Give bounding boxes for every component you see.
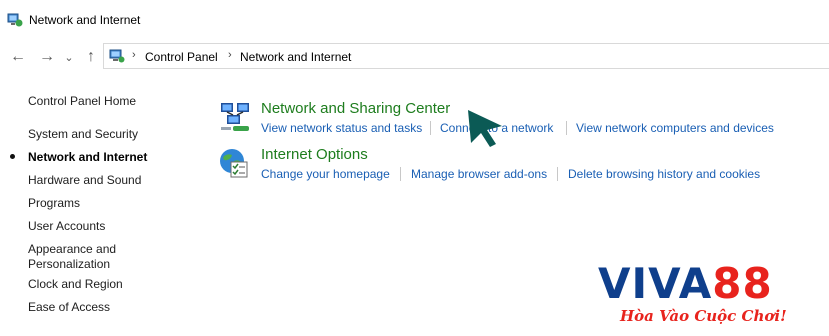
sidebar-item-network-and-internet: Network and Internet xyxy=(28,150,148,164)
forward-arrow-icon: → xyxy=(39,48,55,65)
task-separator xyxy=(566,121,567,135)
control-panel-icon xyxy=(109,49,125,63)
task-view-network-status[interactable]: View network status and tasks xyxy=(261,121,422,135)
breadcrumb-control-panel[interactable]: Control Panel xyxy=(145,50,218,64)
recent-locations-button[interactable]: ⌄ xyxy=(63,48,75,66)
breadcrumb-separator: › xyxy=(132,49,136,61)
network-window-icon xyxy=(7,13,23,27)
logo-wordmark: VIVA88 xyxy=(598,262,773,306)
sidebar-item-user-accounts[interactable]: User Accounts xyxy=(28,219,105,234)
up-arrow-icon: ↑ xyxy=(87,48,95,65)
category-title-internet-options[interactable]: Internet Options xyxy=(261,146,368,163)
breadcrumb-separator: › xyxy=(228,49,232,61)
logo-wordmark-part2: 88 xyxy=(712,259,773,308)
category-title-network-and-sharing-center[interactable]: Network and Sharing Center xyxy=(261,100,450,117)
task-separator xyxy=(430,121,431,135)
window-title: Network and Internet xyxy=(29,13,141,27)
back-arrow-icon: ← xyxy=(10,48,26,65)
sidebar-item-label-line2: Personalization xyxy=(28,257,111,271)
forward-button[interactable]: → xyxy=(38,48,56,66)
logo-wordmark-part1: VIVA xyxy=(598,259,713,308)
task-view-network-computers[interactable]: View network computers and devices xyxy=(576,121,774,135)
address-bar[interactable]: › Control Panel › Network and Internet xyxy=(103,43,829,69)
sidebar-item-control-panel-home[interactable]: Control Panel Home xyxy=(28,94,136,109)
sidebar-item-ease-of-access[interactable]: Ease of Access xyxy=(28,300,110,315)
sidebar-item-label-line1: Appearance and xyxy=(28,242,117,256)
sidebar-item-system-and-security[interactable]: System and Security xyxy=(28,127,138,142)
sidebar-item-programs[interactable]: Programs xyxy=(28,196,80,211)
internet-options-icon xyxy=(220,149,248,178)
breadcrumb-network-and-internet[interactable]: Network and Internet xyxy=(240,50,351,64)
active-item-bullet xyxy=(10,154,15,159)
title-bar: Network and Internet xyxy=(0,0,829,40)
sidebar-item-hardware-and-sound[interactable]: Hardware and Sound xyxy=(28,173,141,188)
sidebar-item-clock-and-region[interactable]: Clock and Region xyxy=(28,277,123,292)
task-delete-browsing-history[interactable]: Delete browsing history and cookies xyxy=(568,167,760,181)
up-button[interactable]: ↑ xyxy=(82,48,100,66)
network-sharing-icon xyxy=(221,103,249,131)
logo-slogan: Hòa Vào Cuộc Chơi! xyxy=(620,307,787,325)
task-separator xyxy=(557,167,558,181)
mouse-cursor-icon xyxy=(468,110,502,147)
navigation-bar: ← → ⌄ ↑ › Control Panel › Network and In… xyxy=(0,40,829,74)
sidebar-item-appearance-and-personalization[interactable]: Appearance and Personalization xyxy=(28,242,116,272)
task-separator xyxy=(400,167,401,181)
task-manage-browser-addons[interactable]: Manage browser add-ons xyxy=(411,167,547,181)
back-button[interactable]: ← xyxy=(9,48,27,66)
viva88-logo: VIVA88 Hòa Vào Cuộc Chơi! xyxy=(598,262,820,332)
chevron-down-icon: ⌄ xyxy=(64,51,74,64)
task-change-homepage[interactable]: Change your homepage xyxy=(261,167,390,181)
